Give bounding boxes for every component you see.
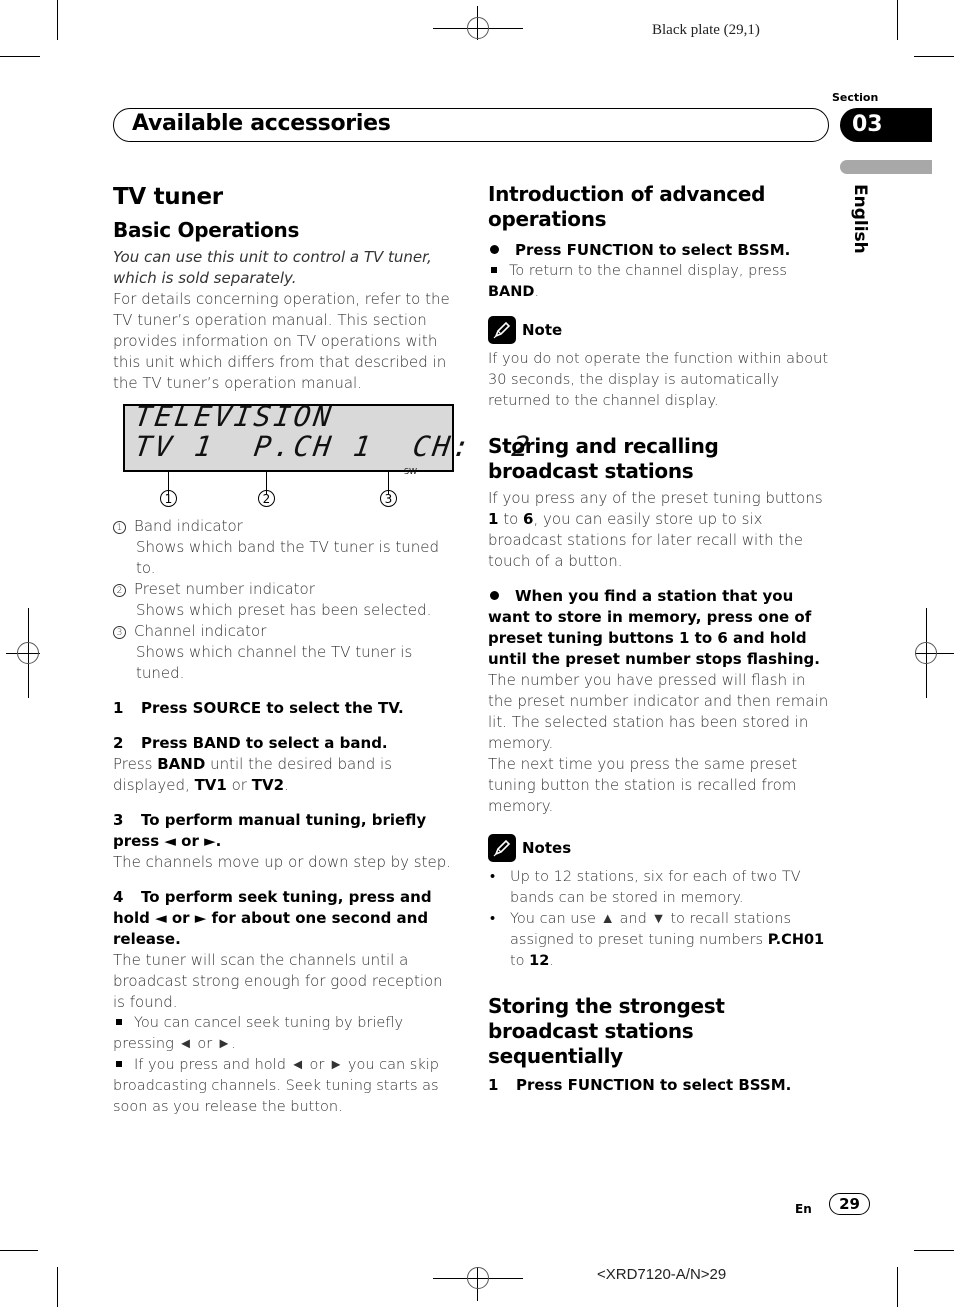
step-3: 3 To perform manual tuning, briefly press… [113,811,427,850]
crop-mark [914,1250,954,1251]
grey-tab [840,160,932,174]
square-bullet-icon [491,267,497,273]
chapter-title: Available accessories [132,111,391,136]
notes-header: Notes [488,833,830,863]
storing-body-2: The next time you press the same preset … [488,755,798,815]
advanced-bullet: To return to the channel display, press … [488,263,787,300]
step-3-body: The channels move up or down step by ste… [113,853,452,871]
intro-italic: You can use this unit to control a TV tu… [113,248,432,287]
section-label: Section [832,91,879,104]
pencil-note-icon [488,834,516,862]
note-text: If you do not operate the function withi… [488,351,829,409]
lcd-callouts: 1 2 3 [123,472,468,508]
job-code: <XRD7120-A/N>29 [597,1266,727,1283]
pencil-note-icon [488,316,516,344]
square-bullet-icon [116,1019,122,1025]
lcd-band: TV 1 [132,430,217,463]
subtitle-basic-operations: Basic Operations [113,218,300,242]
storing-body-1: The number you have pressed will flash i… [488,671,829,752]
step-4-bullet: If you press and hold ◄ or ► you can ski… [113,1057,439,1115]
indicator-desc: Shows which channel the TV tuner is tune… [136,643,413,682]
page-title: TV tuner [113,184,223,210]
bullet-dot-icon [490,245,499,254]
callout-3: 3 [380,490,397,507]
step-4: 4 To perform seek tuning, press and hold … [113,888,432,948]
advanced-step: Press FUNCTION to select BSSM. [488,240,830,261]
intro-paragraph: For details concerning operation, refer … [113,290,450,392]
heading-storing-recalling: Storing and recalling broadcast stations [488,434,719,483]
indicator-item: 2 Preset number indicator [113,579,458,600]
chapter-banner: Available accessories [113,108,829,142]
crop-mark [57,1267,58,1307]
notes-item: Up to 12 stations, six for each of two T… [488,867,830,909]
indicator-desc: Shows which preset has been selected. [136,601,432,619]
left-column: TV tuner Basic Operations You can use th… [113,182,535,1118]
crop-mark [0,56,40,57]
lcd-display: TELEVISION TV 1 P.CH 1 CH: 2 SW [123,400,535,476]
callout-2: 2 [258,490,275,507]
bullet-dot-icon [490,591,499,600]
crop-mark [914,56,954,57]
language-label: English [850,184,870,254]
step-4-body: The tuner will scan the channels until a… [113,951,443,1011]
heading-advanced-operations: Introduction of advanced operations [488,182,766,231]
indicator-desc: Shows which band the TV tuner is tuned t… [136,538,440,577]
right-column: Introduction of advanced operations Pres… [488,182,830,1096]
storing-step: When you find a station that you want to… [488,587,820,668]
language-code: En [795,1202,812,1216]
step-4-bullet: You can cancel seek tuning by briefly pr… [113,1015,404,1052]
step-2: 2 Press BAND to select a band. [113,734,388,752]
notes-item: You can use ▲ and ▼ to recall stations a… [488,909,830,972]
page-number: 29 [829,1193,870,1215]
step-1: 1 Press SOURCE to select the TV. [113,699,404,717]
lcd-line-2: TV 1 P.CH 1 CH: 2 [133,430,535,463]
storing-intro: If you press any of the preset tuning bu… [488,489,823,570]
section-number-tab: 03 [840,108,932,142]
callout-1: 1 [160,490,177,507]
note-header: Note [488,315,830,345]
indicator-item: 3 Channel indicator [113,621,458,642]
heading-bssm: Storing the strongest broadcast stations… [488,994,725,1068]
crop-mark [0,1250,38,1251]
lcd-preset: P.CH 1 [251,430,376,463]
step-2-body: Press BAND until the desired band is dis… [113,755,393,794]
crop-mark [897,0,898,40]
square-bullet-icon [116,1061,122,1067]
plate-label: Black plate (29,1) [652,22,760,38]
crop-mark [57,0,58,40]
bssm-step-1: 1 Press FUNCTION to select BSSM. [488,1076,792,1094]
indicator-item: 1 Band indicator [113,516,458,537]
lcd-line-1: TELEVISION [132,400,336,433]
crop-mark [897,1267,898,1307]
